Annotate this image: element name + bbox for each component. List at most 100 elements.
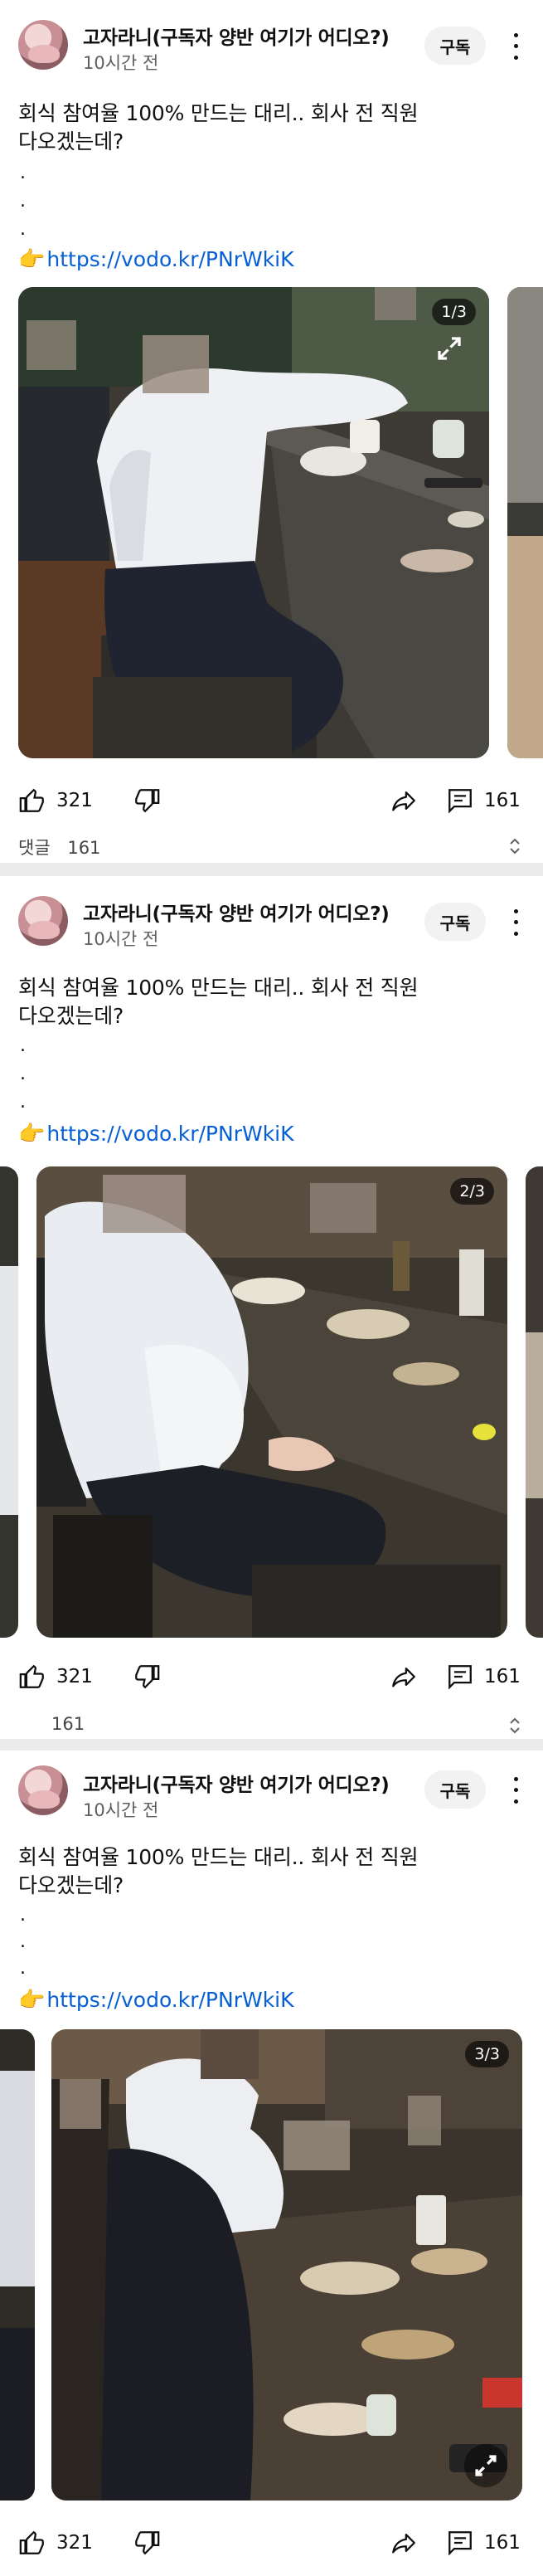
share-button[interactable] — [390, 786, 418, 815]
chevron-icon[interactable] — [507, 1716, 523, 1736]
slide-counter: 3/3 — [465, 2041, 509, 2067]
post-link-row: 👉 https://vodo.kr/PNrWkiK — [18, 1986, 294, 2014]
post-dot: . — [20, 191, 26, 212]
dislike-button[interactable] — [133, 786, 161, 815]
comment-button[interactable]: 161 — [446, 786, 521, 815]
pointing-hand-icon: 👉 — [18, 247, 46, 272]
photo-preview — [526, 1166, 543, 1638]
comment-button[interactable]: 161 — [446, 1663, 521, 1691]
post-dot: . — [20, 1905, 26, 1926]
photo-restaurant-scene — [36, 1166, 507, 1638]
chevron-icon[interactable] — [507, 836, 523, 856]
post-link[interactable]: https://vodo.kr/PNrWkiK — [46, 1120, 293, 1148]
post-image[interactable]: 1/3 — [18, 287, 489, 758]
photo-restaurant-scene — [51, 2029, 522, 2501]
photo-preview — [0, 2029, 35, 2501]
dislike-button[interactable] — [133, 2529, 161, 2557]
comment-icon — [448, 2531, 472, 2556]
post-dot: . — [20, 219, 26, 240]
avatar[interactable] — [18, 1765, 68, 1815]
comment-button[interactable]: 161 — [446, 2529, 521, 2557]
more-vert-icon[interactable] — [506, 1774, 526, 1807]
post-link-row: 👉 https://vodo.kr/PNrWkiK — [18, 246, 294, 274]
pointing-hand-icon: 👉 — [18, 1122, 46, 1147]
slide-counter: 2/3 — [450, 1178, 494, 1205]
post-title-line1: 회식 참여율 100% 만드는 대리.. 회사 전 직원 — [18, 1845, 419, 1869]
previous-image-preview[interactable] — [0, 1166, 18, 1638]
thumb-down-icon — [135, 789, 160, 813]
expand-icon[interactable] — [434, 334, 464, 363]
channel-name[interactable]: 고자라니(구독자 양반 여기가 어디오?) — [83, 1769, 390, 1797]
channel-name[interactable]: 고자라니(구독자 양반 여기가 어디오?) — [83, 898, 390, 926]
post-dot: . — [20, 1931, 26, 1952]
post-title-line2: 다오겠는데? — [18, 1873, 124, 1897]
comment-row-count: 161 — [51, 1714, 85, 1734]
photo-preview — [0, 1166, 18, 1638]
thumb-down-icon — [135, 1665, 160, 1689]
post-dot: . — [20, 1958, 26, 1979]
next-image-preview[interactable] — [526, 1166, 543, 1638]
photo-preview — [507, 287, 543, 758]
thumb-up-icon — [19, 2530, 44, 2554]
comment-icon — [448, 1665, 472, 1690]
slide-counter: 1/3 — [432, 299, 476, 325]
post-dot: . — [20, 1035, 26, 1056]
expand-button[interactable] — [464, 2444, 507, 2487]
post-image[interactable]: 3/3 — [51, 2029, 522, 2501]
share-button[interactable] — [390, 1663, 418, 1691]
comment-count: 161 — [484, 790, 521, 811]
post-dot: . — [20, 1092, 26, 1113]
subscribe-button[interactable]: 구독 — [424, 1770, 486, 1809]
post-separator — [0, 863, 543, 876]
next-image-preview[interactable] — [507, 287, 543, 758]
action-bar: 321 161 — [0, 2522, 543, 2569]
post-time: 10시간 전 — [83, 53, 159, 73]
post-dot: . — [20, 1064, 26, 1084]
post-dot: . — [20, 163, 26, 183]
comment-row-label: 댓글 — [18, 838, 51, 858]
subscribe-button[interactable]: 구독 — [424, 27, 486, 65]
like-count: 321 — [56, 2532, 93, 2554]
post-title-line1: 회식 참여율 100% 만드는 대리.. 회사 전 직원 — [18, 101, 419, 125]
post-time: 10시간 전 — [83, 929, 159, 949]
avatar[interactable] — [18, 20, 68, 70]
channel-name[interactable]: 고자라니(구독자 양반 여기가 어디오?) — [83, 22, 390, 50]
thumb-up-icon — [19, 1664, 44, 1688]
post-title-line1: 회식 참여율 100% 만드는 대리.. 회사 전 직원 — [18, 976, 419, 1000]
post-image[interactable]: 2/3 — [36, 1166, 507, 1638]
like-button[interactable]: 321 — [18, 786, 93, 815]
photo-restaurant-scene — [18, 287, 489, 758]
share-button[interactable] — [390, 2529, 418, 2557]
post-separator — [0, 1739, 543, 1751]
expand-icon — [475, 2455, 497, 2476]
like-count: 321 — [56, 790, 93, 811]
comment-count: 161 — [484, 1666, 521, 1687]
more-vert-icon[interactable] — [506, 906, 526, 939]
comment-row-count: 161 — [67, 838, 101, 858]
like-count: 321 — [56, 1666, 93, 1687]
action-bar: 321 161 — [0, 780, 543, 826]
like-button[interactable]: 321 — [18, 2529, 93, 2557]
comment-preview-row[interactable]: 161 — [51, 1714, 85, 1734]
comment-icon — [448, 789, 472, 814]
like-button[interactable]: 321 — [18, 1663, 93, 1691]
action-bar: 321 161 — [0, 1656, 543, 1702]
thumb-down-icon — [135, 2531, 160, 2555]
comment-preview-row[interactable]: 댓글 161 — [18, 835, 100, 859]
community-post-2: 고자라니(구독자 양반 여기가 어디오?) 10시간 전 구독 회식 참여율 1… — [0, 876, 543, 1739]
thumb-up-icon — [19, 788, 44, 812]
post-time: 10시간 전 — [83, 1800, 159, 1820]
share-icon — [392, 2533, 415, 2554]
community-post-3: 고자라니(구독자 양반 여기가 어디오?) 10시간 전 구독 회식 참여율 1… — [0, 1751, 543, 2576]
post-link[interactable]: https://vodo.kr/PNrWkiK — [46, 1986, 293, 2014]
post-link[interactable]: https://vodo.kr/PNrWkiK — [46, 246, 293, 274]
more-vert-icon[interactable] — [506, 30, 526, 63]
avatar[interactable] — [18, 896, 68, 946]
subscribe-button[interactable]: 구독 — [424, 903, 486, 941]
dislike-button[interactable] — [133, 1663, 161, 1691]
post-link-row: 👉 https://vodo.kr/PNrWkiK — [18, 1120, 294, 1148]
post-title-line2: 다오겠는데? — [18, 129, 124, 153]
comment-count: 161 — [484, 2532, 521, 2554]
previous-image-preview[interactable] — [0, 2029, 35, 2501]
community-post-1: 고자라니(구독자 양반 여기가 어디오?) 10시간 전 구독 회식 참여율 1… — [0, 0, 543, 863]
